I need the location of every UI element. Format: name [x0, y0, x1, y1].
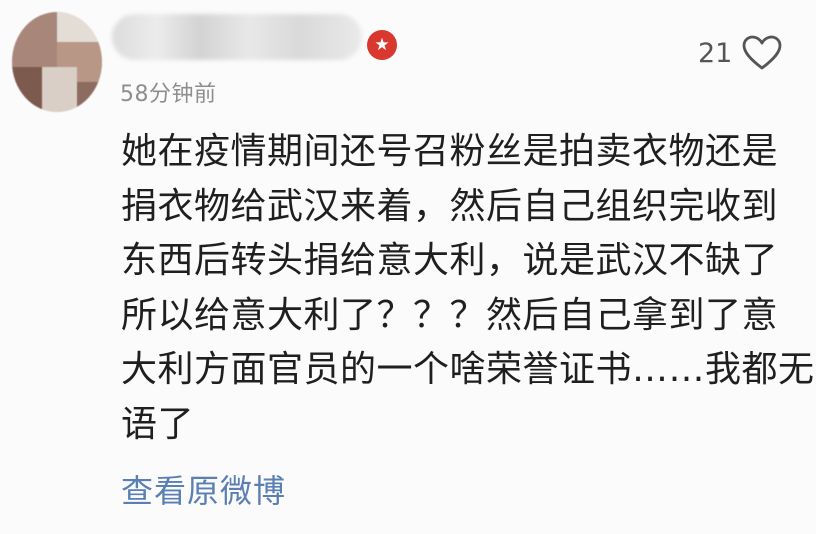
avatar-pixel [12, 67, 42, 112]
comment-line: 大利方面官员的一个啥荣誉证书……我都无 [121, 349, 815, 390]
comment-line: 她在疫情期间还号召粉丝是拍卖衣物还是 [121, 131, 779, 172]
username-redacted[interactable] [112, 14, 362, 60]
comment-text: 她在疫情期间还号召粉丝是拍卖衣物还是 捐衣物给武汉来着，然后自己组织完收到 东西… [121, 125, 815, 452]
comment-line: 语了 [121, 403, 195, 445]
comment-timestamp: 58分钟前 [120, 82, 217, 107]
view-original-link[interactable]: 查看原微博 [121, 466, 286, 512]
avatar-pixel [57, 12, 102, 42]
heart-icon[interactable] [742, 35, 782, 71]
verified-badge-icon: ★ [367, 30, 397, 60]
avatar-pixel [42, 67, 77, 112]
comment-line: 所以给意大利了？？？然后自己拿到了意 [121, 294, 779, 336]
comment-line: 东西后转头捐给意大利，说是武汉不缺了 [121, 240, 779, 281]
avatar-pixel [77, 82, 102, 112]
avatar-pixel [12, 12, 57, 67]
comment-line: 捐衣物给武汉来着，然后自己组织完收到 [121, 185, 779, 227]
like-count: 21 [698, 38, 733, 69]
avatar[interactable] [12, 12, 102, 112]
